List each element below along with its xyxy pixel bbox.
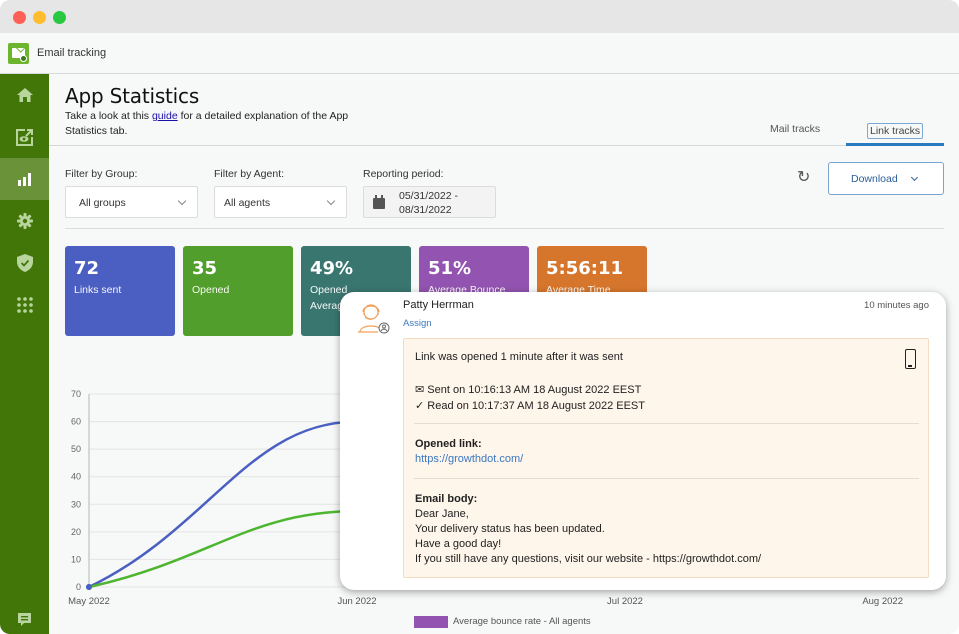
stat-card-opened: 35 Opened <box>183 246 293 336</box>
home-icon <box>16 88 33 102</box>
sidebar-item-security[interactable] <box>0 242 49 284</box>
email-body-line: Have a good day! <box>415 538 502 550</box>
refresh-icon[interactable]: ↻ <box>797 170 813 186</box>
gear-icon <box>16 213 33 229</box>
tabs-divider <box>49 145 944 146</box>
sidebar-item-settings[interactable] <box>0 200 49 242</box>
agent-name: Patty Herrman <box>403 299 474 311</box>
app-window: Email tracking App Statistics Take a loo… <box>0 0 959 634</box>
sidebar-item-home[interactable] <box>0 74 49 116</box>
app-header: Email tracking <box>0 33 959 74</box>
title-bar <box>0 0 959 33</box>
notification-time: 10 minutes ago <box>864 300 929 311</box>
read-timestamp: ✓ Read on 10:17:37 AM 18 August 2022 EES… <box>415 400 645 412</box>
minimize-window-button[interactable] <box>33 11 46 24</box>
chevron-down-icon <box>326 196 336 206</box>
message-details: Link was opened 1 minute after it was se… <box>403 338 929 578</box>
assign-link[interactable]: Assign <box>403 318 432 329</box>
y-tick-label: 50 <box>71 444 81 454</box>
agent-filter-label: Filter by Agent: <box>214 168 285 180</box>
apps-grid-icon <box>16 297 33 313</box>
email-tracking-logo-icon <box>8 43 29 64</box>
y-tick-label: 70 <box>71 389 81 399</box>
divider <box>414 423 919 424</box>
y-tick-label: 40 <box>71 472 81 482</box>
sidebar-item-chat[interactable] <box>0 598 49 634</box>
divider <box>414 478 919 479</box>
series-line <box>88 509 358 589</box>
open-headline: Link was opened 1 minute after it was se… <box>415 351 623 363</box>
mobile-phone-icon <box>905 349 916 369</box>
email-body-line: Your delivery status has been updated. <box>415 523 605 535</box>
agent-avatar-icon <box>358 304 390 334</box>
x-tick-label: Aug 2022 <box>862 596 903 607</box>
chevron-down-icon <box>177 196 187 206</box>
group-filter-select[interactable]: All groups <box>65 186 198 218</box>
chat-icon <box>18 612 31 626</box>
close-window-button[interactable] <box>13 11 26 24</box>
x-tick-label: May 2022 <box>68 596 110 607</box>
sidebar-item-app-statistics[interactable] <box>0 158 49 200</box>
sidebar-item-apps[interactable] <box>0 284 49 326</box>
x-tick-label: Jul 2022 <box>607 596 643 607</box>
active-tab-indicator <box>846 143 944 146</box>
stat-card-links-sent: 72 Links sent <box>65 246 175 336</box>
calendar-icon <box>373 195 385 209</box>
reporting-period-label: Reporting period: <box>363 168 444 180</box>
page-subtitle: Take a look at this guide for a detailed… <box>65 110 349 137</box>
email-body-line: If you still have any questions, visit o… <box>415 553 762 565</box>
email-body-line: Dear Jane, <box>415 508 469 520</box>
opened-link-label: Opened link: <box>415 438 482 450</box>
group-filter-label: Filter by Group: <box>65 168 138 180</box>
shield-check-icon <box>16 254 33 272</box>
sidebar <box>0 74 49 634</box>
y-tick-label: 0 <box>76 582 81 592</box>
tab-link-tracks[interactable]: Link tracks <box>867 123 924 139</box>
download-button[interactable]: Download <box>828 162 944 195</box>
maximize-window-button[interactable] <box>53 11 66 24</box>
y-tick-label: 60 <box>71 417 81 427</box>
notification-popup: Patty Herrman Assign 10 minutes ago Link… <box>340 292 946 590</box>
y-tick-label: 20 <box>71 527 81 537</box>
eye-tracking-icon <box>16 128 33 146</box>
guide-link[interactable]: guide <box>152 110 178 122</box>
y-tick-label: 10 <box>71 554 81 564</box>
filters-divider <box>65 228 944 229</box>
sent-timestamp: ✉ Sent on 10:16:13 AM 18 August 2022 EES… <box>415 384 642 396</box>
chevron-down-icon <box>910 173 919 182</box>
sidebar-item-tracking[interactable] <box>0 116 49 158</box>
data-point <box>86 584 92 590</box>
page-title: App Statistics <box>65 84 200 108</box>
agent-filter-select[interactable]: All agents <box>214 186 347 218</box>
legend-swatch <box>414 616 448 628</box>
email-body-label: Email body: <box>415 493 478 505</box>
bar-chart-icon <box>17 172 31 186</box>
x-tick-label: Jun 2022 <box>337 596 376 607</box>
opened-link-url[interactable]: https://growthdot.com/ <box>415 453 523 465</box>
app-title: Email tracking <box>37 47 107 59</box>
y-tick-label: 30 <box>71 499 81 509</box>
reporting-period-picker[interactable]: 05/31/2022 -08/31/2022 <box>363 186 496 218</box>
tab-mail-tracks[interactable]: Mail tracks <box>770 123 820 135</box>
legend-label: Average bounce rate - All agents <box>453 616 591 627</box>
